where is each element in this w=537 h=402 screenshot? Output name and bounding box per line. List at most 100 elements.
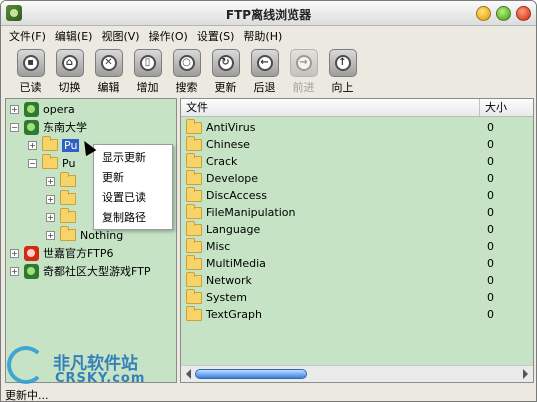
toolbar-button-up[interactable]: ↑ 向上 xyxy=(323,45,362,97)
tree-node-sega-ftp[interactable]: + 世嘉官方FTP6 xyxy=(10,244,114,262)
expand-icon[interactable]: + xyxy=(46,176,55,186)
expand-icon[interactable]: + xyxy=(46,230,55,240)
scroll-thumb[interactable] xyxy=(195,369,307,379)
context-item-show-updates[interactable]: 显示更新 xyxy=(94,148,172,168)
file-name: Misc xyxy=(206,240,231,253)
context-item-update[interactable]: 更新 xyxy=(94,168,172,188)
expand-icon[interactable]: + xyxy=(10,266,19,276)
folder-icon xyxy=(186,152,202,168)
toolbar: ▪ 已读 ⌂ 切换 ✕ 编辑 ▯ 增加 ○ 搜索 ↻ 更新 ← 后退 → 前进 xyxy=(1,45,536,97)
file-row[interactable]: Misc 0 xyxy=(181,237,533,255)
folder-icon xyxy=(42,154,58,169)
menu-view[interactable]: 视图(V) xyxy=(97,26,144,44)
tree-node-opera[interactable]: + opera xyxy=(10,100,75,118)
folder-icon xyxy=(186,305,202,321)
folder-icon xyxy=(186,118,202,134)
file-row[interactable]: FileManipulation 0 xyxy=(181,203,533,221)
toolbar-button-add[interactable]: ▯ 增加 xyxy=(128,45,167,97)
file-row[interactable]: Network 0 xyxy=(181,271,533,289)
tree-node-pu[interactable]: − Pu xyxy=(28,154,75,172)
menu-help[interactable]: 帮助(H) xyxy=(239,26,287,44)
file-row[interactable]: TextGraph 0 xyxy=(181,305,533,323)
close-icon[interactable] xyxy=(516,6,531,21)
server-icon xyxy=(24,101,39,117)
expand-icon[interactable]: + xyxy=(46,194,55,204)
file-list-header: 文件 大小 xyxy=(181,99,533,117)
context-item-copy-path[interactable]: 复制路径 xyxy=(94,208,172,228)
toolbar-button-search[interactable]: ○ 搜索 xyxy=(167,45,206,97)
context-item-mark-read[interactable]: 设置已读 xyxy=(94,188,172,208)
edit-icon: ✕ xyxy=(94,49,123,77)
file-size: 0 xyxy=(487,121,494,134)
search-icon: ○ xyxy=(172,49,201,77)
tree-node-child[interactable]: + xyxy=(46,190,80,208)
file-row[interactable]: Develope 0 xyxy=(181,169,533,187)
window-title: FTP离线浏览器 xyxy=(225,8,312,22)
scroll-right-icon[interactable] xyxy=(523,369,528,379)
menu-settings[interactable]: 设置(S) xyxy=(193,26,240,44)
maximize-icon[interactable] xyxy=(496,6,511,21)
file-row[interactable]: Language 0 xyxy=(181,220,533,238)
scroll-left-icon[interactable] xyxy=(186,369,191,379)
context-menu: 显示更新 更新 设置已读 复制路径 xyxy=(93,144,173,230)
folder-icon xyxy=(60,172,76,187)
horizontal-scrollbar[interactable] xyxy=(181,365,533,382)
up-icon: ↑ xyxy=(328,49,357,77)
file-size: 0 xyxy=(487,206,494,219)
file-name-cell: TextGraph xyxy=(181,305,485,321)
menu-file[interactable]: 文件(F) xyxy=(5,26,51,44)
file-name: Chinese xyxy=(206,138,250,151)
file-name: DiscAccess xyxy=(206,189,267,202)
file-name: Language xyxy=(206,223,261,236)
file-size: 0 xyxy=(487,291,494,304)
toolbar-button-edit[interactable]: ✕ 编辑 xyxy=(89,45,128,97)
folder-icon xyxy=(186,169,202,185)
tree-node-child[interactable]: + xyxy=(46,172,80,190)
file-list[interactable]: 文件 大小 AntiVirus 0 Chinese 0 Crack 0 Develope 0 D… xyxy=(180,98,534,383)
server-icon xyxy=(24,119,39,135)
file-row[interactable]: MultiMedia 0 xyxy=(181,254,533,272)
home-icon: ⌂ xyxy=(55,49,84,77)
collapse-icon[interactable]: − xyxy=(28,158,37,168)
minimize-icon[interactable] xyxy=(476,6,491,21)
folder-icon xyxy=(186,288,202,304)
column-header-name[interactable]: 文件 xyxy=(181,99,480,116)
file-name: Network xyxy=(206,274,252,287)
folder-icon xyxy=(60,190,76,205)
file-name-cell: DiscAccess xyxy=(181,186,485,202)
mark-read-icon: ▪ xyxy=(16,49,45,77)
tree-node-child[interactable]: + xyxy=(46,208,80,226)
toolbar-button-switch[interactable]: ⌂ 切换 xyxy=(50,45,89,97)
toolbar-button-mark-read[interactable]: ▪ 已读 xyxy=(11,45,50,97)
file-row[interactable]: Chinese 0 xyxy=(181,135,533,153)
toolbar-button-forward[interactable]: → 前进 xyxy=(284,45,323,97)
collapse-icon[interactable]: − xyxy=(10,122,19,132)
file-size: 0 xyxy=(487,257,494,270)
expand-icon[interactable]: + xyxy=(10,248,19,258)
file-name-cell: FileManipulation xyxy=(181,203,485,219)
menu-edit[interactable]: 编辑(E) xyxy=(51,26,98,44)
expand-icon[interactable]: + xyxy=(28,140,37,150)
expand-icon[interactable]: + xyxy=(10,104,19,114)
toolbar-button-refresh[interactable]: ↻ 更新 xyxy=(206,45,245,97)
file-row[interactable]: AntiVirus 0 xyxy=(181,118,533,136)
file-size: 0 xyxy=(487,189,494,202)
folder-icon xyxy=(186,254,202,270)
file-row[interactable]: DiscAccess 0 xyxy=(181,186,533,204)
expand-icon[interactable]: + xyxy=(46,212,55,222)
tree-node-pu-selected[interactable]: + Pu xyxy=(28,136,80,154)
toolbar-button-back[interactable]: ← 后退 xyxy=(245,45,284,97)
file-name: MultiMedia xyxy=(206,257,266,270)
file-row[interactable]: Crack 0 xyxy=(181,152,533,170)
folder-icon xyxy=(42,136,58,151)
file-row[interactable]: System 0 xyxy=(181,288,533,306)
app-window: FTP离线浏览器 文件(F) 编辑(E) 视图(V) 操作(O) 设置(S) 帮… xyxy=(0,0,537,402)
tree-node-game-ftp[interactable]: + 奇都社区大型游戏FTP xyxy=(10,262,151,280)
menu-operate[interactable]: 操作(O) xyxy=(145,26,193,44)
forward-icon: → xyxy=(289,49,318,77)
file-size: 0 xyxy=(487,155,494,168)
file-name: AntiVirus xyxy=(206,121,256,134)
tree-node-seu[interactable]: − 东南大学 xyxy=(10,118,87,136)
back-icon: ← xyxy=(250,49,279,77)
column-header-size[interactable]: 大小 xyxy=(480,99,507,116)
